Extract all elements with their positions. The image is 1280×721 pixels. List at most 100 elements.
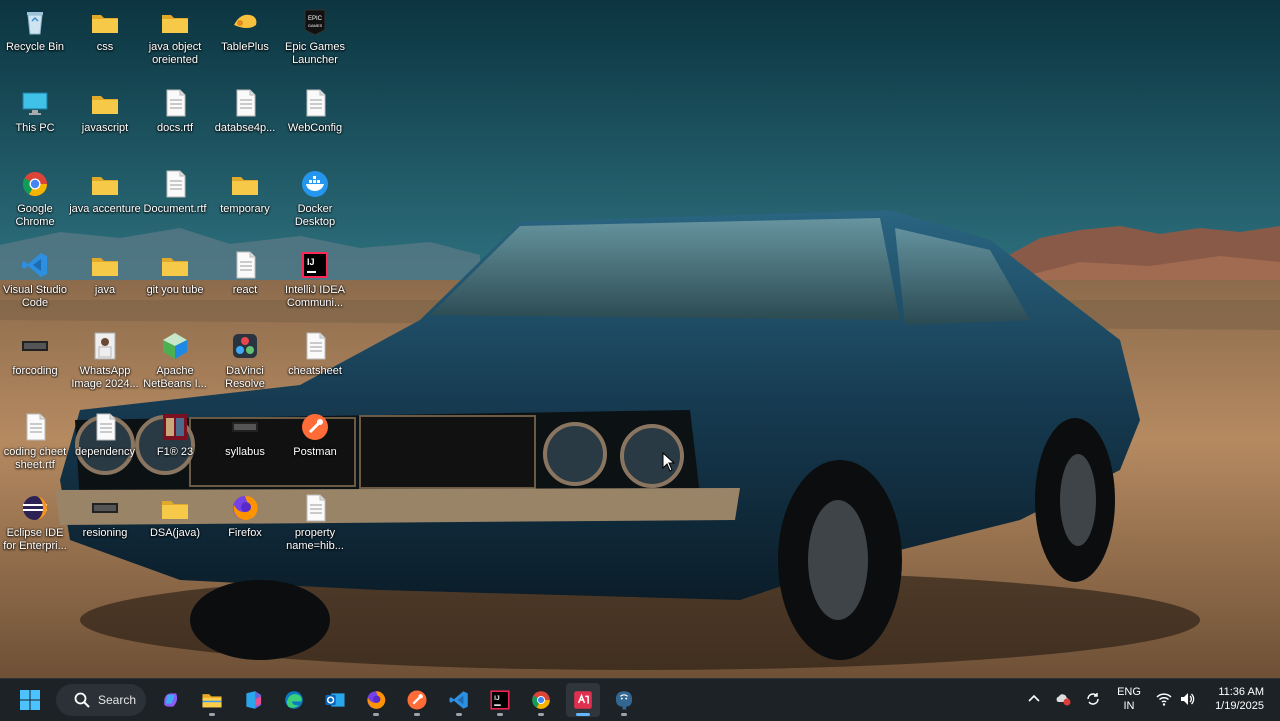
- desktop-icon[interactable]: coding cheet sheet.rtf: [0, 405, 70, 483]
- folder-icon: [229, 168, 261, 200]
- taskbar-app-button[interactable]: IJ: [483, 683, 517, 717]
- folder-icon: [89, 87, 121, 119]
- taskbar-app-button[interactable]: [359, 683, 393, 717]
- desktop-icon[interactable]: EPIC GAMES Epic Games Launcher: [280, 0, 350, 78]
- mouse-cursor-icon: [662, 452, 676, 472]
- desktop-icon[interactable]: F1® 23: [140, 405, 210, 483]
- desktop-icon[interactable]: property name=hib...: [280, 486, 350, 564]
- desktop-icon[interactable]: This PC: [0, 81, 70, 159]
- volume-button[interactable]: [1177, 689, 1197, 709]
- netbeans-icon: [159, 330, 191, 362]
- edge-icon: [283, 689, 305, 711]
- running-indicator: [209, 713, 215, 716]
- search-label: Search: [98, 693, 137, 707]
- desktop-icon-label: Apache NetBeans I...: [143, 365, 207, 390]
- desktop-icon-label: forcoding: [12, 365, 58, 377]
- desktop-icon[interactable]: TablePlus: [210, 0, 280, 78]
- taskbar-app-button[interactable]: [442, 683, 476, 717]
- tray-sync[interactable]: [1083, 689, 1103, 709]
- document-icon: [229, 249, 261, 281]
- desktop-icon[interactable]: resioning: [70, 486, 140, 564]
- desktop-icon[interactable]: css: [70, 0, 140, 78]
- running-indicator: [414, 713, 420, 716]
- taskbar-app-button[interactable]: [277, 683, 311, 717]
- desktop-icon-label: resioning: [82, 527, 128, 539]
- search-icon: [74, 692, 90, 708]
- desktop-icon-label: This PC: [15, 122, 55, 134]
- davinci-resolve-icon: [229, 330, 261, 362]
- desktop-icon-label: java: [94, 284, 116, 296]
- desktop-icon[interactable]: docs.rtf: [140, 81, 210, 159]
- recycle-bin-icon: [19, 6, 51, 38]
- desktop-icon[interactable]: dependency: [70, 405, 140, 483]
- desktop-icon[interactable]: react: [210, 243, 280, 321]
- epic-games-icon: EPIC GAMES: [299, 6, 331, 38]
- desktop-icon[interactable]: javascript: [70, 81, 140, 159]
- desktop-icon[interactable]: forcoding: [0, 324, 70, 402]
- language-indicator[interactable]: ENG IN: [1112, 685, 1146, 713]
- desktop-icon-label: property name=hib...: [286, 527, 344, 552]
- svg-text:IJ: IJ: [307, 257, 315, 267]
- desktop-icon[interactable]: Google Chrome: [0, 162, 70, 240]
- language-code: ENG: [1117, 686, 1141, 698]
- running-indicator: [538, 713, 544, 716]
- desktop-icon[interactable]: Eclipse IDE for Enterpri...: [0, 486, 70, 564]
- document-icon: [229, 87, 261, 119]
- firefox-icon: [365, 689, 387, 711]
- desktop-icon-label: Recycle Bin: [5, 41, 65, 53]
- docker-icon: [299, 168, 331, 200]
- desktop-icon[interactable]: temporary: [210, 162, 280, 240]
- taskbar-search-box[interactable]: Search: [56, 684, 146, 716]
- taskbar-app-button[interactable]: [524, 683, 558, 717]
- desktop-icon[interactable]: git you tube: [140, 243, 210, 321]
- tray-app-status[interactable]: [1053, 689, 1073, 709]
- taskbar-app-button[interactable]: [318, 683, 352, 717]
- running-indicator: [621, 713, 627, 716]
- desktop-icon[interactable]: databse4p...: [210, 81, 280, 159]
- desktop-icon[interactable]: Docker Desktop: [280, 162, 350, 240]
- taskbar-app-button[interactable]: [607, 683, 641, 717]
- desktop-icon[interactable]: WebConfig: [280, 81, 350, 159]
- speaker-icon: [1181, 693, 1195, 705]
- desktop-icon[interactable]: syllabus: [210, 405, 280, 483]
- folder-icon: [89, 168, 121, 200]
- taskbar-app-button[interactable]: [236, 683, 270, 717]
- desktop-icon[interactable]: Postman: [280, 405, 350, 483]
- desktop-icon-label: docs.rtf: [156, 122, 194, 134]
- desktop-icon[interactable]: Apache NetBeans I...: [140, 324, 210, 402]
- taskbar-app-button[interactable]: [154, 683, 188, 717]
- desktop-icon-label: F1® 23: [156, 446, 194, 458]
- clock[interactable]: 11:36 AM 1/19/2025: [1202, 685, 1264, 713]
- desktop-icon[interactable]: cheatsheet: [280, 324, 350, 402]
- sync-icon: [1087, 693, 1099, 705]
- chevron-up-icon: [1028, 694, 1040, 702]
- start-button[interactable]: [13, 683, 47, 717]
- desktop-icon[interactable]: Firefox: [210, 486, 280, 564]
- desktop-icon[interactable]: DaVinci Resolve: [210, 324, 280, 402]
- desktop-icon[interactable]: Recycle Bin: [0, 0, 70, 78]
- desktop-icon[interactable]: java object oreiented: [140, 0, 210, 78]
- taskbar-app-button[interactable]: [566, 683, 600, 717]
- desktop-icon[interactable]: java: [70, 243, 140, 321]
- running-indicator: [456, 713, 462, 716]
- desktop-icon[interactable]: Visual Studio Code: [0, 243, 70, 321]
- desktop-icon-label: TablePlus: [221, 41, 269, 53]
- eclipse-icon: [19, 492, 51, 524]
- taskbar-app-button[interactable]: [195, 683, 229, 717]
- document-icon: [159, 87, 191, 119]
- show-hidden-icons-button[interactable]: [1024, 689, 1044, 709]
- desktop-icon[interactable]: IJ IntelliJ IDEA Communi...: [280, 243, 350, 321]
- desktop-icon[interactable]: Document.rtf: [140, 162, 210, 240]
- desktop-icon-label: Epic Games Launcher: [285, 41, 345, 66]
- network-button[interactable]: [1154, 689, 1174, 709]
- desktop-icon-label: cheatsheet: [288, 365, 342, 377]
- desktop-icon[interactable]: DSA(java): [140, 486, 210, 564]
- wifi-icon: [1156, 693, 1172, 706]
- document-icon: [299, 492, 331, 524]
- desktop-icon[interactable]: java accenture: [69, 162, 141, 240]
- taskbar-app-button[interactable]: [400, 683, 434, 717]
- desktop-icon[interactable]: WhatsApp Image 2024...: [70, 324, 140, 402]
- outlook-icon: [324, 689, 346, 711]
- document-icon: [299, 87, 331, 119]
- desktop-icon-label: Google Chrome: [15, 203, 55, 228]
